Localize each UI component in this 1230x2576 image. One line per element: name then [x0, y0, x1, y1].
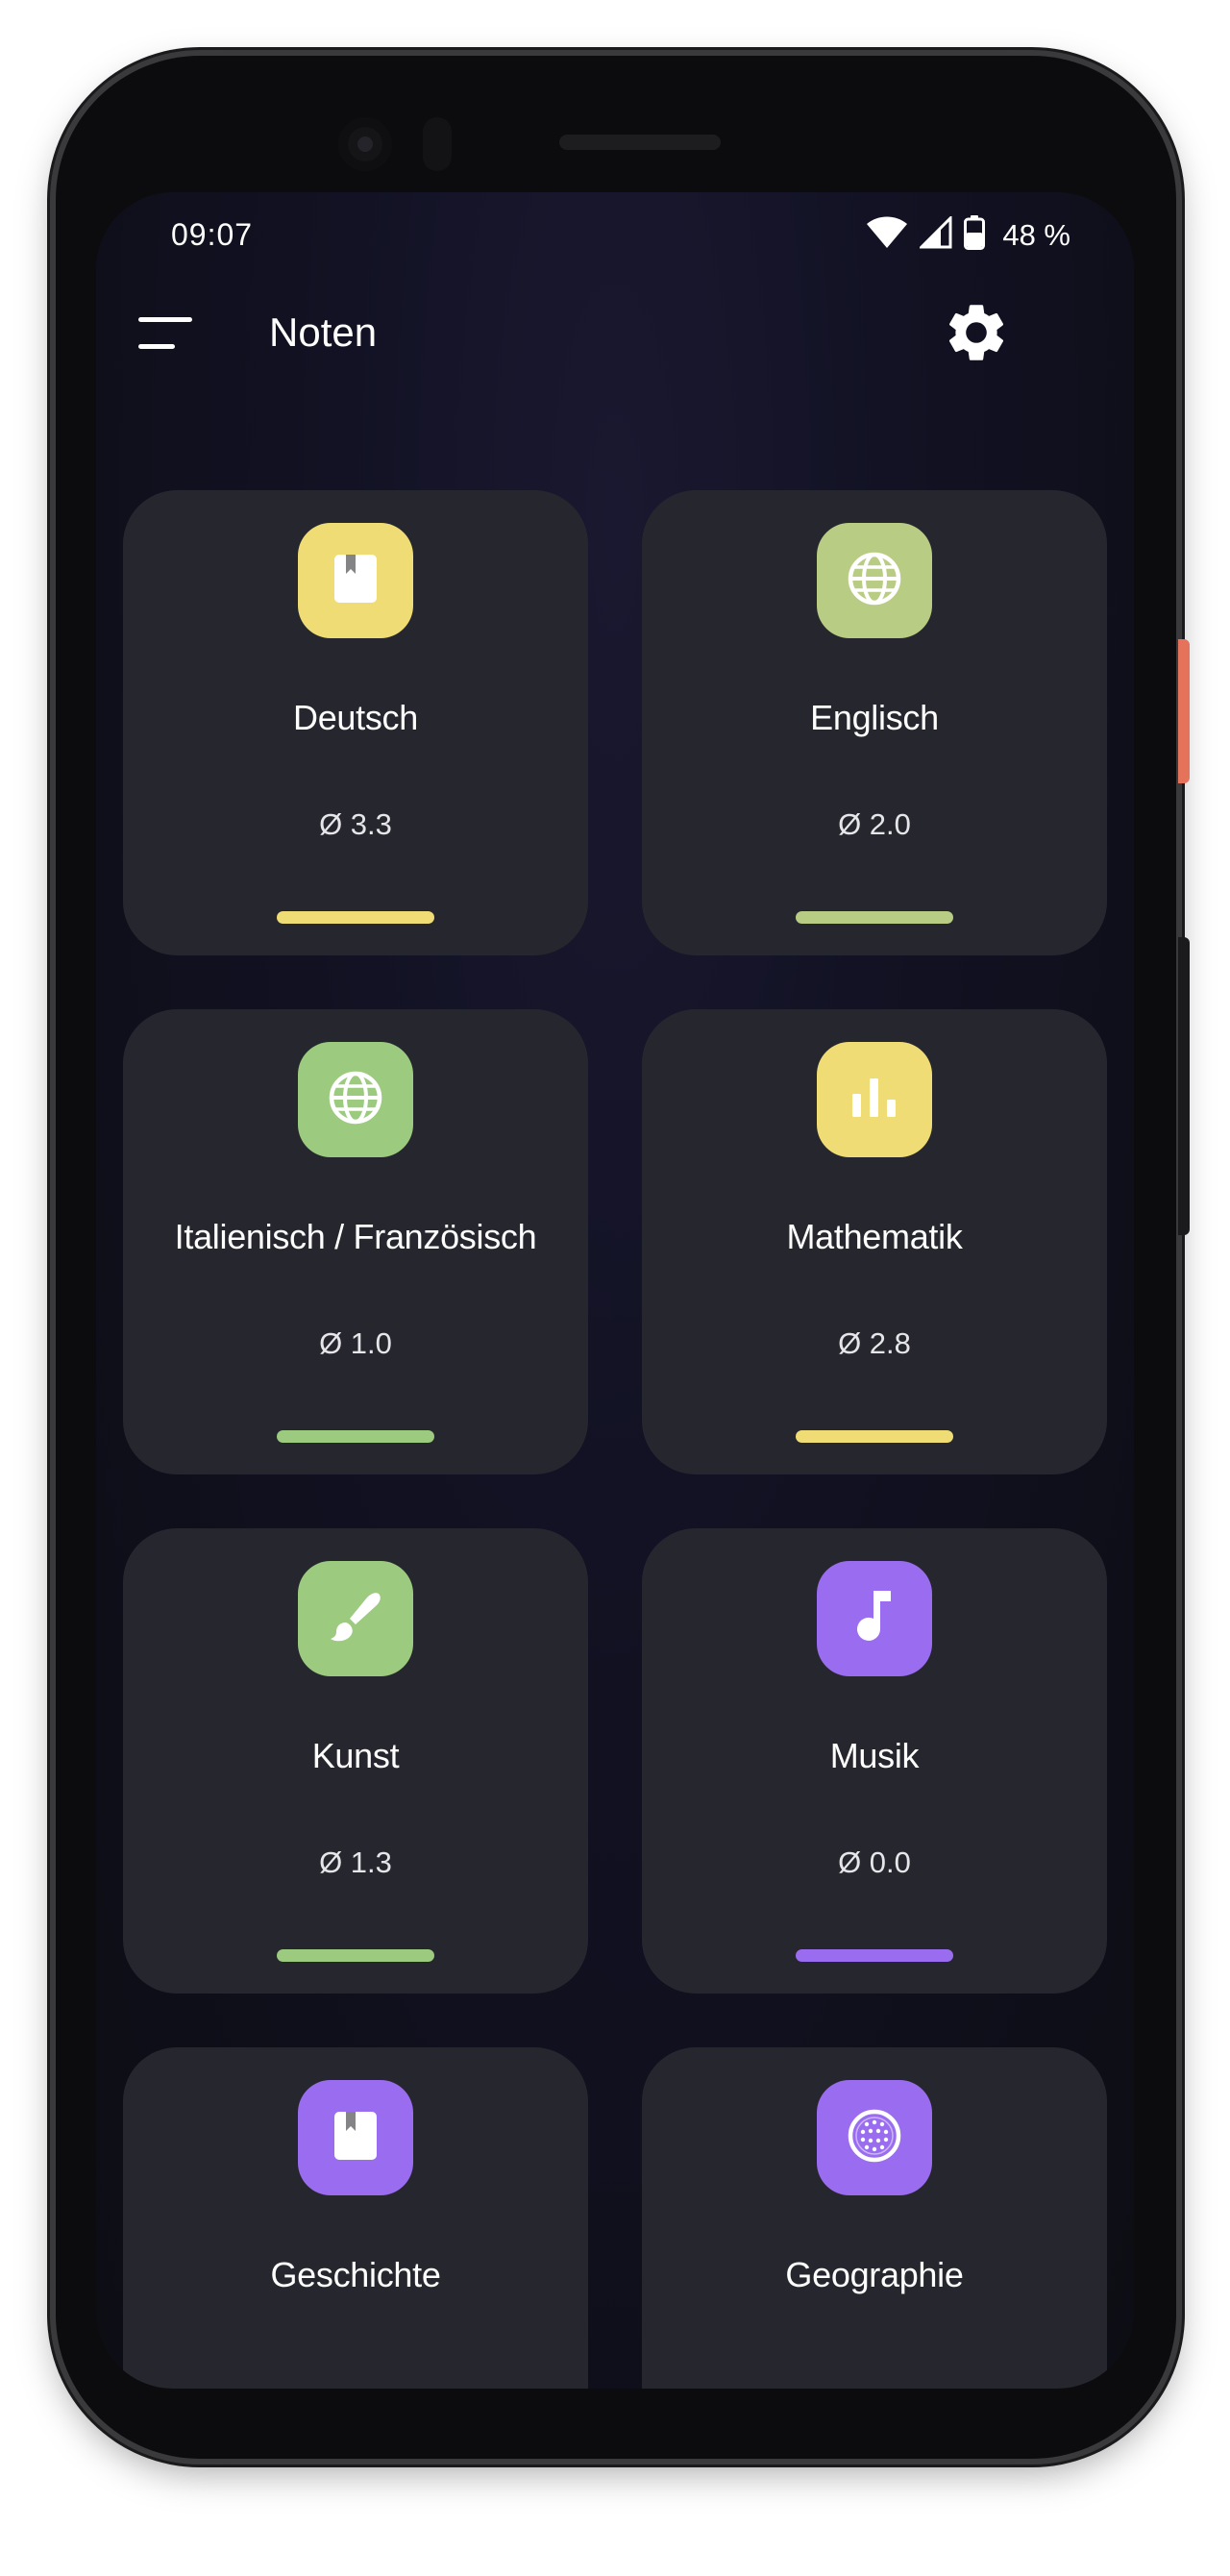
subject-card-deutsch[interactable]: Deutsch Ø 3.3	[123, 490, 588, 955]
settings-button[interactable]	[942, 298, 1011, 367]
subject-card-geographie[interactable]: Geographie	[642, 2047, 1107, 2389]
wifi-icon	[866, 215, 908, 255]
subject-icon-badge	[298, 1561, 413, 1676]
subject-color-bar	[796, 1430, 953, 1443]
subject-average: Ø 0.0	[838, 1845, 911, 1879]
subject-name: Kunst	[311, 1736, 400, 1775]
menu-button[interactable]	[135, 302, 202, 365]
subject-icon-badge	[298, 1042, 413, 1157]
subject-color-bar	[277, 1949, 434, 1962]
subject-color-bar	[796, 1949, 953, 1962]
subject-name: Englisch	[810, 698, 939, 737]
globe-icon	[847, 551, 902, 611]
app-bar: Noten	[96, 277, 1134, 392]
subject-name: Mathematik	[786, 1217, 963, 1256]
globe-icon	[328, 1070, 383, 1130]
subject-color-bar	[277, 911, 434, 924]
globe-dots-icon	[847, 2108, 902, 2168]
subject-name: Geographie	[785, 2255, 964, 2294]
subject-average: Ø 2.8	[838, 1326, 911, 1360]
subject-icon-badge	[817, 1561, 932, 1676]
subject-color-bar	[277, 1430, 434, 1443]
subject-card-mathematik[interactable]: Mathematik Ø 2.8	[642, 1009, 1107, 1474]
page-title: Noten	[269, 310, 378, 355]
subject-average: Ø 1.0	[319, 1326, 392, 1360]
subject-name: Deutsch	[293, 698, 418, 737]
book-icon	[332, 553, 379, 609]
music-note-icon	[852, 1589, 897, 1649]
signal-icon	[918, 214, 952, 254]
subject-name: Italienisch / Französisch	[174, 1217, 537, 1256]
subject-icon-badge	[817, 1042, 932, 1157]
status-time: 09:07	[171, 217, 254, 252]
gear-icon	[942, 305, 1011, 371]
subject-name: Geschichte	[270, 2255, 441, 2294]
subject-card-italienisch-franzoesisch[interactable]: Italienisch / Französisch Ø 1.0	[123, 1009, 588, 1474]
chart-icon	[850, 1077, 898, 1124]
subject-card-musik[interactable]: Musik Ø 0.0	[642, 1528, 1107, 1994]
subject-card-geschichte[interactable]: Geschichte	[123, 2047, 588, 2389]
front-camera	[338, 117, 392, 171]
subject-icon-badge	[298, 523, 413, 638]
volume-button	[1178, 937, 1190, 1235]
battery-icon	[964, 215, 986, 255]
subject-icon-badge	[817, 2080, 932, 2195]
subject-average: Ø 2.0	[838, 807, 911, 841]
subject-card-kunst[interactable]: Kunst Ø 1.3	[123, 1528, 588, 1994]
subject-average: Ø 1.3	[319, 1845, 392, 1879]
app-screen: 09:07 48 % Noten Deutsch Ø 3.3 Englisch …	[96, 192, 1134, 2389]
subject-card-englisch[interactable]: Englisch Ø 2.0	[642, 490, 1107, 955]
status-bar: 09:07 48 %	[96, 192, 1134, 277]
brush-icon	[329, 1590, 382, 1648]
subject-color-bar	[796, 911, 953, 924]
subject-icon-badge	[298, 2080, 413, 2195]
power-button	[1178, 639, 1190, 783]
subject-icon-badge	[817, 523, 932, 638]
book-icon	[332, 2110, 379, 2167]
earpiece-speaker	[559, 135, 721, 150]
menu-icon	[135, 317, 202, 369]
battery-percentage: 48 %	[1002, 217, 1070, 252]
status-icons: 48 %	[866, 214, 1070, 255]
front-sensor	[423, 117, 452, 171]
subject-name: Musik	[829, 1736, 920, 1775]
subject-average: Ø 3.3	[319, 807, 392, 841]
